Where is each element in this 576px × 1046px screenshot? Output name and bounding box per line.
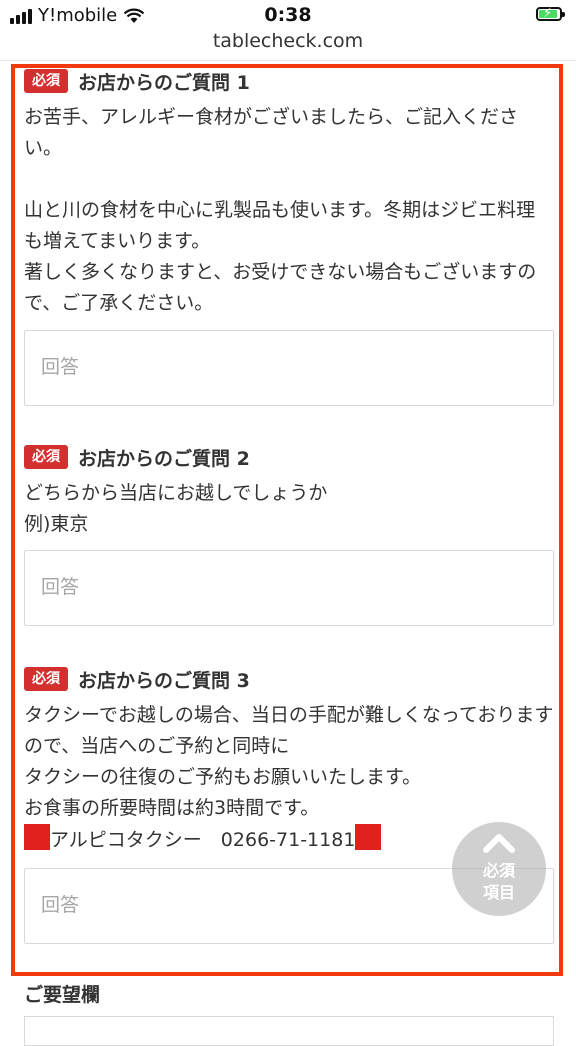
red-square-icon xyxy=(355,824,382,850)
float-button-line1: 必須 xyxy=(482,861,515,880)
requests-textarea[interactable] xyxy=(24,1016,554,1046)
question-text: どちらから当店にお越しでしょうか 例)東京 xyxy=(24,482,328,535)
requests-section-title: ご要望欄 xyxy=(24,984,101,1006)
red-square-icon xyxy=(24,824,50,850)
question-1: 必須 お店からのご質問 1 お苦手、アレルギー食材がございましたら、ご記入くださ… xyxy=(24,66,554,406)
question-title: お店からのご質問 2 xyxy=(78,447,250,470)
required-items-button[interactable]: 必須 項目 xyxy=(452,822,546,916)
question-title: お店からのご質問 1 xyxy=(78,71,250,94)
question-2: 必須 お店からのご質問 2 どちらから当店にお越しでしょうか 例)東京 xyxy=(24,442,554,626)
battery-icon: ⚡ xyxy=(536,6,565,21)
status-bar: Y!mobile 0:38 ⚡ xyxy=(0,0,576,32)
question-title: お店からのご質問 3 xyxy=(78,669,250,692)
question-text: お苦手、アレルギー食材がございましたら、ご記入ください。 山と川の食材を中心に乳… xyxy=(24,106,537,314)
taxi-info: アルピコタクシー 0266-71-1181 xyxy=(50,829,356,851)
question-text: タクシーでお越しの場合、当日の手配が難しくなっておりますので、当店へのご予約と同… xyxy=(24,704,554,819)
clock: 0:38 xyxy=(264,4,312,26)
url-bar[interactable]: tablecheck.com xyxy=(0,30,576,61)
answer-input-2[interactable] xyxy=(24,550,554,626)
answer-input-1[interactable] xyxy=(24,330,554,406)
chevron-up-icon xyxy=(483,834,515,853)
required-badge: 必須 xyxy=(24,69,68,93)
required-badge: 必須 xyxy=(24,667,68,691)
float-button-line2: 項目 xyxy=(482,883,515,902)
required-badge: 必須 xyxy=(24,445,68,469)
